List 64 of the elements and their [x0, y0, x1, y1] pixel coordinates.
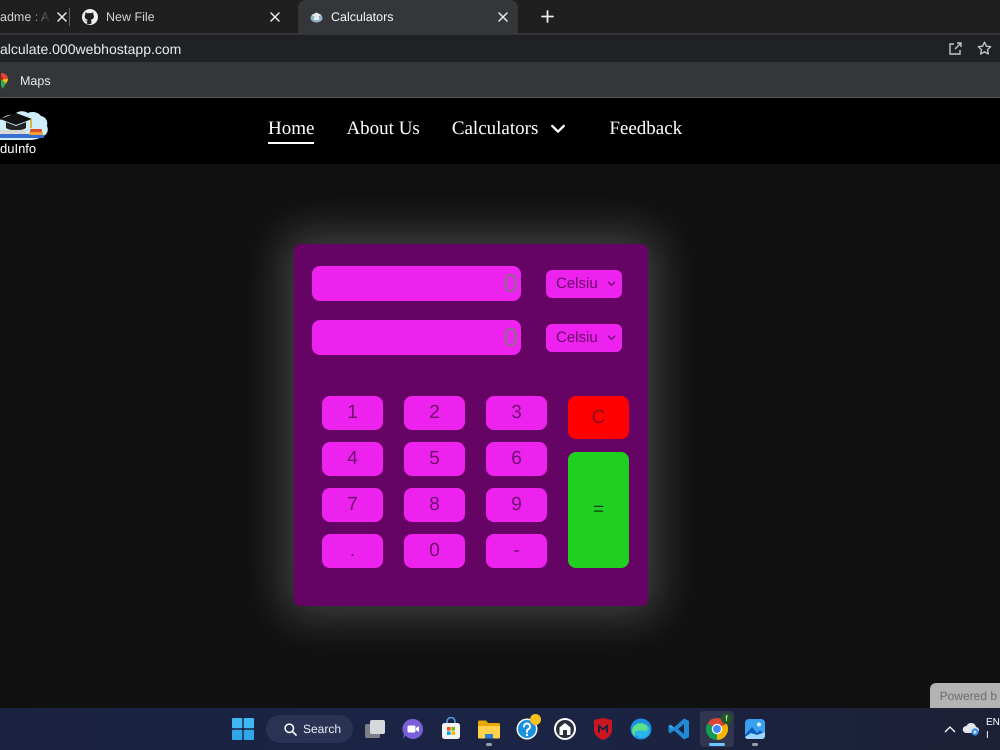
video-camera-icon	[401, 717, 425, 741]
unit-dropdown[interactable]: Celsiu	[546, 324, 622, 352]
digit-key[interactable]: 3	[486, 396, 547, 430]
chevron-down-icon	[550, 124, 566, 134]
nav-link[interactable]: Calculators	[452, 118, 566, 144]
browser-tab[interactable]: adme : A	[0, 0, 69, 33]
digit-key[interactable]: 6	[486, 442, 547, 476]
chevron-down-icon	[607, 280, 616, 286]
chevron-down-icon	[607, 334, 616, 340]
number-input[interactable]: 0	[312, 266, 521, 301]
digit-key[interactable]: 0	[404, 534, 465, 568]
digit-key[interactable]: .	[322, 534, 383, 568]
four-squares-icon	[232, 718, 254, 740]
folded-ribbon-icon	[667, 717, 691, 741]
close-icon[interactable]	[498, 12, 508, 22]
nav-link[interactable]: About Us	[346, 118, 420, 144]
profile-badge: f	[721, 713, 732, 724]
logo-text: duInfo	[0, 142, 36, 156]
cat-silhouette-icon	[82, 8, 98, 24]
star-icon[interactable]	[977, 41, 992, 56]
cloud-icon[interactable]	[962, 722, 980, 736]
nav-link[interactable]: Home	[268, 118, 314, 144]
search-button[interactable]: Search	[266, 715, 353, 743]
digit-key[interactable]: 7	[322, 488, 383, 522]
tab-title: Calculators	[331, 10, 395, 24]
clear-key[interactable]: C	[568, 396, 629, 439]
language-indicator[interactable]: EN	[986, 716, 1000, 729]
house-icon	[553, 717, 577, 741]
search-icon	[284, 722, 297, 736]
map-pin-icon	[0, 72, 9, 88]
digit-key[interactable]: 9	[486, 488, 547, 522]
share-icon[interactable]	[948, 41, 963, 56]
bookmark-link[interactable]: Maps	[0, 68, 51, 94]
browser-tab[interactable]: Calculators	[298, 0, 518, 33]
taskbar-app-button[interactable]: f	[700, 711, 734, 747]
number-input[interactable]: 0	[312, 320, 521, 355]
tab-title: adme : A	[0, 10, 50, 24]
tab-title: New File	[106, 10, 156, 24]
digit-key[interactable]: 4	[322, 442, 383, 476]
close-icon[interactable]	[57, 12, 68, 22]
nav-link[interactable]: Feedback	[609, 118, 682, 144]
address-bar[interactable]: alculate.000webhostapp.com	[0, 35, 1000, 62]
shopping-bag-icon	[439, 717, 463, 741]
chevron-up-icon[interactable]	[944, 726, 956, 732]
digit-key[interactable]: 8	[404, 488, 465, 522]
graduation-cap-icon	[310, 10, 323, 23]
powered-by-badge: Powered b	[930, 683, 1000, 708]
overlapping-squares-icon	[363, 717, 387, 741]
close-icon[interactable]	[270, 12, 280, 22]
shield-icon	[591, 717, 615, 741]
unit-dropdown[interactable]: Celsiu	[546, 270, 622, 298]
url-text: alculate.000webhostapp.com	[0, 40, 182, 56]
digit-key[interactable]: 5	[404, 442, 465, 476]
digit-key[interactable]: 1	[322, 396, 383, 430]
equals-key[interactable]: =	[568, 452, 629, 568]
notification-dot-icon	[530, 714, 541, 725]
digit-key[interactable]: -	[486, 534, 547, 568]
segmented-circle-icon	[705, 717, 729, 741]
plus-icon[interactable]	[541, 10, 554, 23]
browser-tab[interactable]: New File	[70, 0, 290, 33]
region-indicator[interactable]: I	[986, 729, 1000, 742]
mountain-picture-icon	[743, 717, 767, 741]
digit-key[interactable]: 2	[404, 396, 465, 430]
wave-swirl-icon	[629, 717, 653, 741]
